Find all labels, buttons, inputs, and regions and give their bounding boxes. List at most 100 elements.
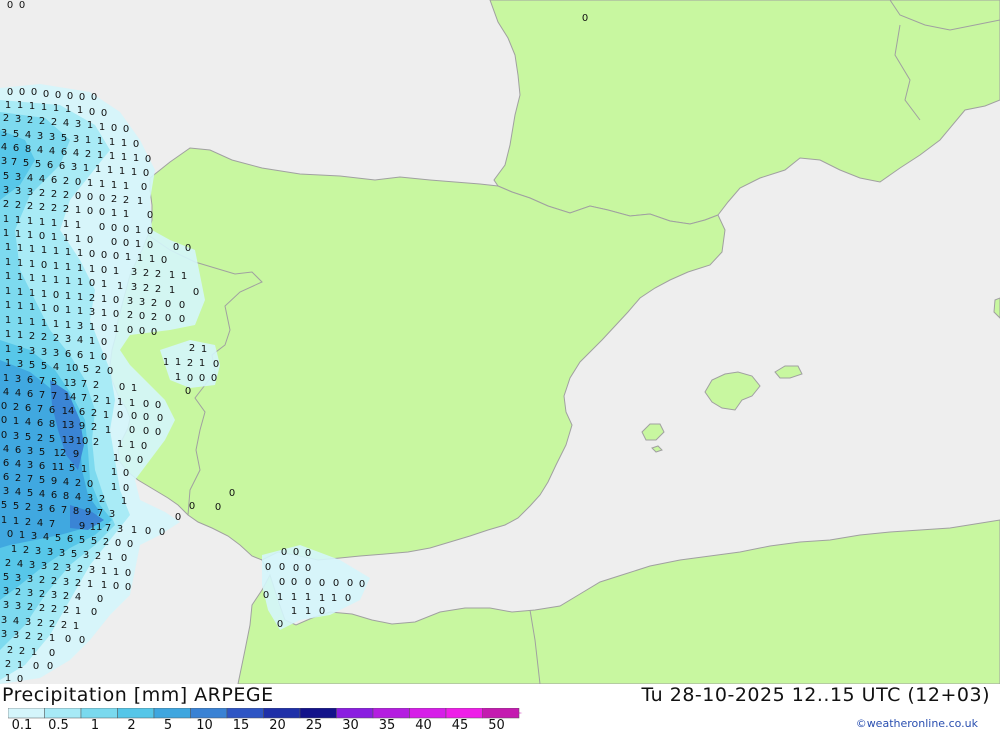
precip-value-label: 4 bbox=[37, 518, 43, 529]
precip-value-label: 2 bbox=[103, 537, 109, 548]
precip-value-label: 0 bbox=[55, 90, 61, 101]
precip-value-label: 3 bbox=[87, 493, 93, 504]
precip-value-label: 8 bbox=[63, 491, 69, 502]
precip-value-label: 1 bbox=[5, 315, 11, 326]
precip-value-label: 7 bbox=[61, 505, 67, 516]
credit-link[interactable]: ©weatheronline.co.uk bbox=[856, 717, 978, 730]
precip-value-label: 1 bbox=[123, 181, 129, 192]
precip-value-label: 2 bbox=[29, 331, 35, 342]
legend-tick-label: 20 bbox=[269, 718, 286, 733]
precip-value-label: 1 bbox=[87, 178, 93, 189]
precip-value-label: 1 bbox=[17, 258, 23, 269]
precip-value-label: 1 bbox=[77, 248, 83, 259]
precip-value-label: 0 bbox=[49, 648, 55, 659]
precip-value-label: 3 bbox=[89, 565, 95, 576]
precip-value-label: 1 bbox=[175, 372, 181, 383]
precip-value-label: 1 bbox=[5, 344, 11, 355]
precip-value-label: 2 bbox=[93, 394, 99, 405]
precip-value-label: 1 bbox=[41, 245, 47, 256]
precip-value-label: 0 bbox=[305, 577, 311, 588]
precip-value-label: 2 bbox=[93, 380, 99, 391]
precip-value-label: 0 bbox=[1, 430, 7, 441]
precip-value-label: 1 bbox=[305, 606, 311, 617]
precip-value-label: 3 bbox=[3, 486, 9, 497]
precip-value-label: 3 bbox=[15, 573, 21, 584]
precip-value-label: 1 bbox=[17, 316, 23, 327]
precip-value-label: 1 bbox=[121, 152, 127, 163]
precip-value-label: 6 bbox=[47, 160, 53, 171]
precip-value-label: 2 bbox=[143, 268, 149, 279]
precip-value-label: 0 bbox=[75, 191, 81, 202]
precip-value-label: 1 bbox=[89, 264, 95, 275]
precip-value-label: 0 bbox=[291, 577, 297, 588]
precip-value-label: 0 bbox=[213, 359, 219, 370]
precip-value-label: 0 bbox=[263, 590, 269, 601]
precip-value-label: 2 bbox=[53, 333, 59, 344]
precip-value-label: 0 bbox=[1, 401, 7, 412]
precip-value-label: 1 bbox=[75, 234, 81, 245]
precip-value-label: 3 bbox=[59, 548, 65, 559]
precip-value-label: 0 bbox=[19, 0, 25, 11]
precip-value-label: 0 bbox=[293, 547, 299, 558]
precip-value-label: 6 bbox=[51, 175, 57, 186]
precip-value-label: 0 bbox=[19, 87, 25, 98]
precip-value-label: 0 bbox=[113, 251, 119, 262]
precip-value-label: 0 bbox=[131, 411, 137, 422]
precip-value-label: 1 bbox=[125, 252, 131, 263]
precip-value-label: 0 bbox=[133, 139, 139, 150]
precip-value-label: 2 bbox=[89, 293, 95, 304]
precip-value-label: 6 bbox=[49, 405, 55, 416]
precip-value-label: 5 bbox=[55, 533, 61, 544]
precip-value-label: 3 bbox=[17, 345, 23, 356]
precip-value-label: 3 bbox=[131, 267, 137, 278]
precip-value-label: 0 bbox=[143, 399, 149, 410]
precip-value-label: 0 bbox=[143, 426, 149, 437]
precip-value-label: 8 bbox=[25, 144, 31, 155]
precip-value-label: 3 bbox=[3, 586, 9, 597]
precip-value-label: 3 bbox=[65, 334, 71, 345]
precip-value-label: 0 bbox=[119, 382, 125, 393]
legend-tick-label: 5 bbox=[163, 718, 173, 733]
precip-value-label: 1 bbox=[105, 425, 111, 436]
precip-value-label: 2 bbox=[25, 631, 31, 642]
precip-value-label: 3 bbox=[37, 131, 43, 142]
precip-value-label: 2 bbox=[27, 602, 33, 613]
precip-value-label: 0 bbox=[117, 410, 123, 421]
precip-value-label: 0 bbox=[91, 607, 97, 618]
precip-value-label: 1 bbox=[63, 219, 69, 230]
precip-value-label: 1 bbox=[51, 218, 57, 229]
precip-value-label: 0 bbox=[89, 249, 95, 260]
precip-value-label: 0 bbox=[99, 193, 105, 204]
precip-value-label: 2 bbox=[189, 343, 195, 354]
precip-value-label: 0 bbox=[319, 578, 325, 589]
precip-value-label: 2 bbox=[61, 620, 67, 631]
precip-value-label: 2 bbox=[51, 203, 57, 214]
legend-swatch bbox=[336, 708, 374, 719]
precip-value-label: 3 bbox=[127, 296, 133, 307]
precip-value-label: 1 bbox=[291, 606, 297, 617]
precip-value-label: 2 bbox=[39, 575, 45, 586]
precip-value-label: 2 bbox=[143, 283, 149, 294]
precip-value-label: 0 bbox=[215, 502, 221, 513]
precip-value-label: 5 bbox=[23, 158, 29, 169]
precip-value-label: 5 bbox=[13, 501, 19, 512]
precip-value-label: 1 bbox=[29, 244, 35, 255]
precip-value-label: 2 bbox=[37, 632, 43, 643]
precip-value-label: 2 bbox=[39, 603, 45, 614]
precip-value-label: 2 bbox=[85, 149, 91, 160]
precip-value-label: 1 bbox=[41, 274, 47, 285]
precip-value-label: 0 bbox=[87, 192, 93, 203]
precip-value-label: 0 bbox=[43, 89, 49, 100]
precip-value-label: 1 bbox=[105, 396, 111, 407]
precip-value-label: 2 bbox=[93, 437, 99, 448]
precip-value-label: 1 bbox=[5, 329, 11, 340]
precip-value-label: 1 bbox=[41, 102, 47, 113]
precip-value-label: 1 bbox=[29, 317, 35, 328]
precip-value-label: 1 bbox=[117, 439, 123, 450]
legend-tick-label: 10 bbox=[196, 718, 213, 733]
precip-value-label: 0 bbox=[115, 538, 121, 549]
legend-swatch bbox=[153, 708, 191, 719]
precip-value-label: 0 bbox=[279, 577, 285, 588]
precip-value-label: 0 bbox=[97, 594, 103, 605]
precip-value-label: 1 bbox=[107, 552, 113, 563]
